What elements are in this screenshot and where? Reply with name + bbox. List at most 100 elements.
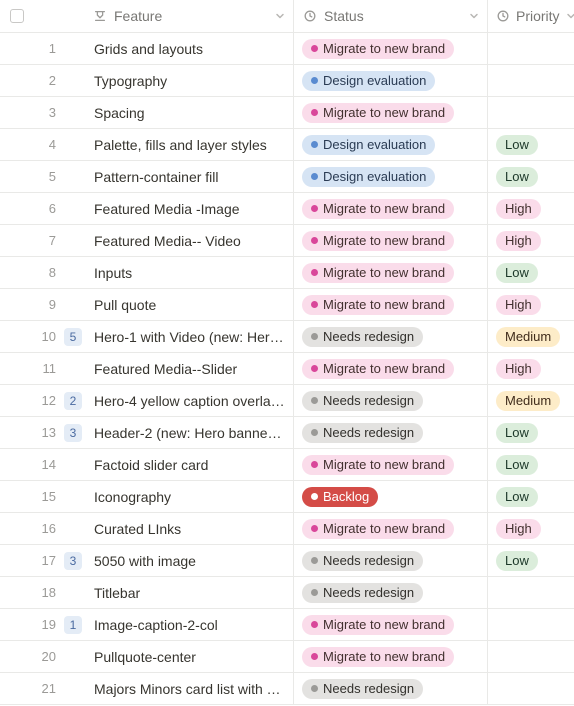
table-row[interactable]: 9Pull quoteMigrate to new brandHigh [0, 289, 574, 321]
status-cell[interactable]: Migrate to new brand [293, 609, 487, 640]
table-row[interactable]: 11Featured Media--SliderMigrate to new b… [0, 353, 574, 385]
table-row[interactable]: 15IconographyBacklogLow [0, 481, 574, 513]
table-row[interactable]: 1Grids and layoutsMigrate to new brand [0, 33, 574, 65]
table-row[interactable]: 21Majors Minors card list with TabsNeeds… [0, 673, 574, 705]
priority-cell[interactable]: High [487, 289, 574, 320]
priority-cell[interactable]: High [487, 353, 574, 384]
feature-text: Factoid slider card [94, 457, 285, 473]
feature-cell[interactable]: Titlebar [92, 585, 293, 601]
row-badge-cell: 3 [62, 552, 92, 570]
column-header-feature[interactable]: Feature [92, 0, 293, 32]
table-row[interactable]: 3SpacingMigrate to new brand [0, 97, 574, 129]
feature-cell[interactable]: Typography [92, 73, 293, 89]
status-cell[interactable]: Design evaluation [293, 129, 487, 160]
priority-cell[interactable]: Medium [487, 385, 574, 416]
priority-cell[interactable] [487, 641, 574, 672]
status-pill: Design evaluation [302, 167, 435, 187]
checkbox-icon [10, 9, 24, 23]
status-dot-icon [311, 173, 318, 180]
priority-cell[interactable]: Low [487, 481, 574, 512]
status-cell[interactable]: Design evaluation [293, 65, 487, 96]
table-row[interactable]: 122Hero-4 yellow caption overlay (n…Need… [0, 385, 574, 417]
status-cell[interactable]: Needs redesign [293, 545, 487, 576]
column-header-status[interactable]: Status [293, 0, 487, 32]
status-cell[interactable]: Migrate to new brand [293, 641, 487, 672]
priority-cell[interactable] [487, 33, 574, 64]
feature-cell[interactable]: Featured Media -Image [92, 201, 293, 217]
feature-cell[interactable]: Pattern-container fill [92, 169, 293, 185]
status-cell[interactable]: Migrate to new brand [293, 33, 487, 64]
table-row[interactable]: 191Image-caption-2-colMigrate to new bra… [0, 609, 574, 641]
priority-cell[interactable]: Low [487, 257, 574, 288]
feature-cell[interactable]: Spacing [92, 105, 293, 121]
feature-cell[interactable]: Inputs [92, 265, 293, 281]
status-cell[interactable]: Needs redesign [293, 417, 487, 448]
table-row[interactable]: 16Curated LInksMigrate to new brandHigh [0, 513, 574, 545]
feature-cell[interactable]: Majors Minors card list with Tabs [92, 681, 293, 697]
feature-cell[interactable]: Featured Media--Slider [92, 361, 293, 377]
priority-cell[interactable] [487, 673, 574, 704]
count-badge: 3 [64, 424, 82, 442]
status-cell[interactable]: Needs redesign [293, 673, 487, 704]
priority-cell[interactable] [487, 609, 574, 640]
status-cell[interactable]: Needs redesign [293, 321, 487, 352]
table-row[interactable]: 6Featured Media -ImageMigrate to new bra… [0, 193, 574, 225]
feature-cell[interactable]: Pull quote [92, 297, 293, 313]
status-cell[interactable]: Backlog [293, 481, 487, 512]
priority-cell[interactable]: Low [487, 129, 574, 160]
table-row[interactable]: 14Factoid slider cardMigrate to new bran… [0, 449, 574, 481]
table-row[interactable]: 2TypographyDesign evaluation [0, 65, 574, 97]
priority-cell[interactable]: Low [487, 449, 574, 480]
priority-cell[interactable]: Low [487, 161, 574, 192]
feature-cell[interactable]: Pullquote-center [92, 649, 293, 665]
feature-cell[interactable]: Iconography [92, 489, 293, 505]
status-dot-icon [311, 525, 318, 532]
row-number: 5 [34, 169, 62, 184]
status-cell[interactable]: Migrate to new brand [293, 449, 487, 480]
priority-cell[interactable] [487, 577, 574, 608]
feature-cell[interactable]: Curated LInks [92, 521, 293, 537]
select-all-cell[interactable] [0, 9, 34, 23]
status-cell[interactable]: Migrate to new brand [293, 97, 487, 128]
status-cell[interactable]: Needs redesign [293, 385, 487, 416]
status-cell[interactable]: Design evaluation [293, 161, 487, 192]
status-cell[interactable]: Migrate to new brand [293, 257, 487, 288]
table-row[interactable]: 1735050 with imageNeeds redesignLow [0, 545, 574, 577]
priority-cell[interactable]: Low [487, 545, 574, 576]
status-cell[interactable]: Migrate to new brand [293, 225, 487, 256]
priority-cell[interactable] [487, 65, 574, 96]
table-row[interactable]: 7Featured Media-- VideoMigrate to new br… [0, 225, 574, 257]
feature-cell[interactable]: Grids and layouts [92, 41, 293, 57]
status-dot-icon [311, 653, 318, 660]
table-row[interactable]: 18TitlebarNeeds redesign [0, 577, 574, 609]
feature-cell[interactable]: Featured Media-- Video [92, 233, 293, 249]
priority-cell[interactable]: High [487, 513, 574, 544]
status-label: Migrate to new brand [323, 617, 445, 632]
table-row[interactable]: 20Pullquote-centerMigrate to new brand [0, 641, 574, 673]
priority-cell[interactable]: High [487, 193, 574, 224]
table-row[interactable]: 133Header-2 (new: Hero banner yell…Needs… [0, 417, 574, 449]
column-header-priority[interactable]: Priority [487, 0, 574, 32]
feature-cell[interactable]: Hero-4 yellow caption overlay (n… [92, 393, 293, 409]
feature-cell[interactable]: Palette, fills and layer styles [92, 137, 293, 153]
feature-cell[interactable]: Header-2 (new: Hero banner yell… [92, 425, 293, 441]
feature-cell[interactable]: Image-caption-2-col [92, 617, 293, 633]
status-pill: Migrate to new brand [302, 359, 454, 379]
feature-cell[interactable]: Factoid slider card [92, 457, 293, 473]
table-row[interactable]: 105Hero-1 with Video (new: Hero ba…Needs… [0, 321, 574, 353]
priority-cell[interactable]: Low [487, 417, 574, 448]
table-row[interactable]: 5 Pattern-container fill Design evaluation… [0, 161, 574, 193]
priority-cell[interactable] [487, 97, 574, 128]
priority-cell[interactable]: High [487, 225, 574, 256]
status-cell[interactable]: Migrate to new brand [293, 193, 487, 224]
status-cell[interactable]: Migrate to new brand [293, 353, 487, 384]
table-row[interactable]: 4Palette, fills and layer stylesDesign e… [0, 129, 574, 161]
priority-cell[interactable]: Medium [487, 321, 574, 352]
status-cell[interactable]: Migrate to new brand [293, 289, 487, 320]
feature-cell[interactable]: Hero-1 with Video (new: Hero ba… [92, 329, 293, 345]
status-cell[interactable]: Needs redesign [293, 577, 487, 608]
feature-cell[interactable]: 5050 with image [92, 553, 293, 569]
status-dot-icon [311, 45, 318, 52]
table-row[interactable]: 8InputsMigrate to new brandLow [0, 257, 574, 289]
status-cell[interactable]: Migrate to new brand [293, 513, 487, 544]
